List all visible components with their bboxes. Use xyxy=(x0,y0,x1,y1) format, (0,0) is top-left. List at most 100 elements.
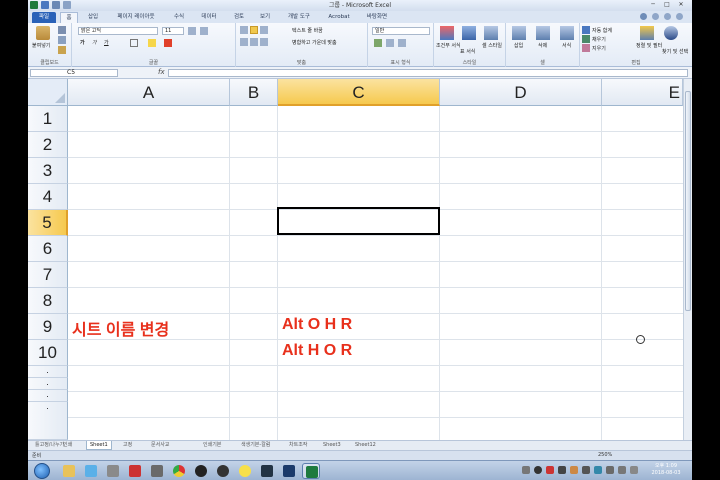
taskbar-app[interactable] xyxy=(104,463,122,479)
align-top-icon[interactable] xyxy=(240,26,248,34)
taskbar-app[interactable] xyxy=(82,463,100,479)
row-header-13[interactable]: · xyxy=(28,390,68,402)
align-left-icon[interactable] xyxy=(240,38,248,46)
ribbon-minimize-icon[interactable] xyxy=(652,13,659,20)
taskbar-photoshop[interactable] xyxy=(280,463,298,479)
sheet-tab[interactable]: 색생기본-칼럼 xyxy=(238,441,273,450)
minimize-button[interactable]: ─ xyxy=(648,1,658,9)
format-cells-icon[interactable] xyxy=(560,26,574,40)
cut-icon[interactable] xyxy=(58,26,66,34)
format-cells-button[interactable]: 서식 xyxy=(562,42,571,49)
tray-icon[interactable] xyxy=(534,466,542,474)
tab-formulas[interactable]: 수식 xyxy=(168,12,190,23)
tab-developer[interactable]: 개발 도구 xyxy=(280,12,318,23)
taskbar-explorer[interactable] xyxy=(60,463,78,479)
shrink-font-icon[interactable] xyxy=(200,27,208,35)
tray-icon[interactable] xyxy=(558,466,566,474)
sheet-tab[interactable]: Sheet12 xyxy=(352,441,379,450)
tab-review[interactable]: 검토 xyxy=(228,12,250,23)
row-header-14[interactable]: · xyxy=(28,402,68,440)
find-select-icon[interactable] xyxy=(664,26,678,40)
network-icon[interactable] xyxy=(594,466,602,474)
align-right-icon[interactable] xyxy=(260,38,268,46)
merge-center-button[interactable]: 병합하고 가운데 맞춤 xyxy=(292,39,337,46)
conditional-format-button[interactable]: 조건부 서식 xyxy=(436,42,461,49)
tray-icon[interactable] xyxy=(522,466,530,474)
sheet-tab[interactable]: Sheet3 xyxy=(320,441,344,450)
font-name-select[interactable]: 맑은 고딕 xyxy=(78,27,158,35)
conditional-format-icon[interactable] xyxy=(440,26,454,40)
tray-icon[interactable] xyxy=(570,466,578,474)
taskbar-app[interactable] xyxy=(126,463,144,479)
sort-filter-icon[interactable] xyxy=(640,26,654,40)
taskbar-app[interactable] xyxy=(148,463,166,479)
tab-view[interactable]: 보기 xyxy=(254,12,276,23)
insert-function-button[interactable]: fx xyxy=(158,68,165,76)
clear-button[interactable]: 지우기 xyxy=(592,45,606,52)
percent-icon[interactable] xyxy=(386,39,394,47)
row-header-4[interactable]: 4 xyxy=(28,184,68,210)
column-header-e[interactable]: E xyxy=(602,79,683,106)
select-all-button[interactable] xyxy=(28,79,68,106)
tab-acrobat[interactable]: Acrobat xyxy=(324,12,354,23)
align-bottom-icon[interactable] xyxy=(260,26,268,34)
copy-icon[interactable] xyxy=(58,36,66,44)
bold-button[interactable]: 가 xyxy=(80,39,85,46)
tab-page-layout[interactable]: 페이지 레이아웃 xyxy=(108,12,164,23)
zoom-level[interactable]: 250% xyxy=(598,452,612,458)
fill-button[interactable]: 채우기 xyxy=(592,36,606,43)
autosum-button[interactable]: 자동 합계 xyxy=(592,27,612,34)
taskbar-kakaotalk[interactable] xyxy=(236,463,254,479)
sheet-tab[interactable]: 고정 xyxy=(120,441,135,450)
window-restore-icon[interactable] xyxy=(664,13,671,20)
close-button[interactable]: ✕ xyxy=(676,1,686,9)
cell-styles-icon[interactable] xyxy=(484,26,498,40)
tray-icon[interactable] xyxy=(606,466,614,474)
delete-cells-icon[interactable] xyxy=(536,26,550,40)
cell-a9[interactable]: 시트 이름 변경 xyxy=(72,316,169,340)
formula-input[interactable] xyxy=(168,69,688,77)
column-header-c[interactable]: C xyxy=(278,79,440,106)
tab-desktop[interactable]: 바탕화면 xyxy=(360,12,394,23)
font-size-select[interactable]: 11 xyxy=(162,27,184,35)
number-format-select[interactable]: 일반 xyxy=(372,27,430,35)
row-header-6[interactable]: 6 xyxy=(28,236,68,262)
name-box[interactable]: C5 xyxy=(30,69,118,77)
sheet-tab[interactable]: 인쇄 xyxy=(60,441,75,450)
currency-icon[interactable] xyxy=(374,39,382,47)
taskbar-app[interactable] xyxy=(214,463,232,479)
worksheet-grid[interactable]: A B C D E 1 2 3 4 5 6 7 8 9 10 · · · · 시… xyxy=(28,79,683,440)
maximize-button[interactable]: □ xyxy=(662,1,672,9)
taskbar-chrome[interactable] xyxy=(170,463,188,479)
taskbar-app[interactable] xyxy=(192,463,210,479)
row-header-3[interactable]: 3 xyxy=(28,158,68,184)
sort-filter-button[interactable]: 정렬 및 필터 xyxy=(636,42,662,49)
sheet-tab-active[interactable]: Sheet1 xyxy=(86,441,112,450)
delete-cells-button[interactable]: 삭제 xyxy=(538,42,547,49)
system-clock[interactable]: 오후 1:09 2018-08-03 xyxy=(645,463,687,477)
row-header-5[interactable]: 5 xyxy=(28,210,68,236)
align-center-icon[interactable] xyxy=(250,38,258,46)
border-icon[interactable] xyxy=(130,39,138,47)
vertical-scroll-thumb[interactable] xyxy=(685,91,691,311)
taskbar-excel[interactable] xyxy=(302,463,320,479)
sheet-tab[interactable]: 인쇄기본 xyxy=(200,441,224,450)
row-header-2[interactable]: 2 xyxy=(28,132,68,158)
table-format-button[interactable]: 표 서식 xyxy=(460,48,475,55)
clear-icon[interactable] xyxy=(582,44,590,52)
row-header-7[interactable]: 7 xyxy=(28,262,68,288)
paste-button[interactable]: 붙여넣기 xyxy=(32,42,50,49)
wrap-text-button[interactable]: 텍스트 줄 바꿈 xyxy=(292,27,323,34)
sheet-tab[interactable]: 차트조작 xyxy=(286,441,310,450)
vertical-scrollbar[interactable] xyxy=(683,79,692,440)
row-header-10[interactable]: 10 xyxy=(28,340,68,366)
tray-icon[interactable] xyxy=(582,466,590,474)
taskbar-app[interactable] xyxy=(258,463,276,479)
format-painter-icon[interactable] xyxy=(58,46,66,54)
insert-cells-icon[interactable] xyxy=(512,26,526,40)
row-header-12[interactable]: · xyxy=(28,378,68,390)
font-color-icon[interactable] xyxy=(164,39,172,47)
italic-button[interactable]: 가 xyxy=(92,39,97,46)
keyboard-icon[interactable] xyxy=(618,466,626,474)
comma-icon[interactable] xyxy=(398,39,406,47)
